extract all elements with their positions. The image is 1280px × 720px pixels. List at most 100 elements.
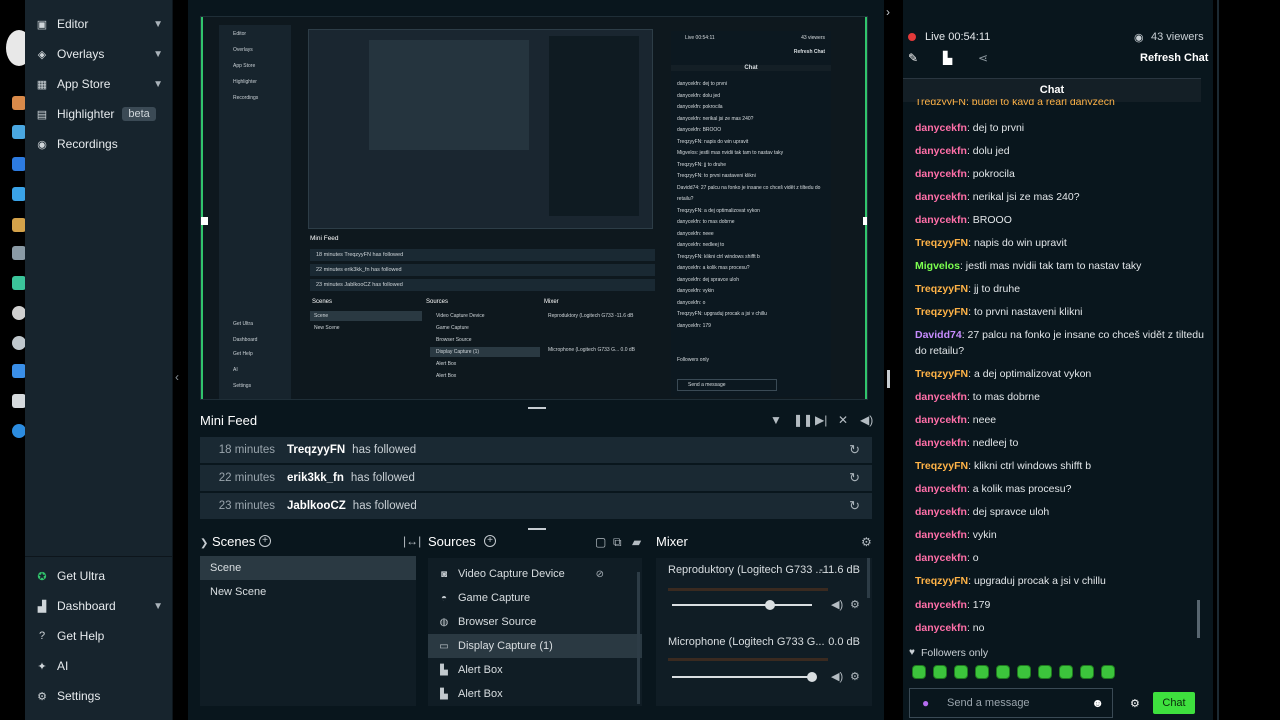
home-icon[interactable]: [12, 96, 26, 110]
emote-icon[interactable]: [975, 665, 989, 679]
stream-preview[interactable]: Editor Overlays App Store Highlighter Re…: [200, 16, 868, 400]
resize-handle-right[interactable]: [863, 217, 867, 225]
chat-username[interactable]: TreqzyyFN: [915, 237, 968, 249]
emoji-icon[interactable]: ☻: [1091, 696, 1104, 710]
source-item[interactable]: ▭ Display Capture (1): [428, 634, 642, 658]
chat-username[interactable]: danycekfn: [915, 414, 967, 426]
nav-ai[interactable]: ✦ AI: [25, 651, 173, 681]
scene-item[interactable]: New Scene: [200, 580, 416, 604]
resize-handle[interactable]: [887, 370, 890, 388]
star-icon[interactable]: [12, 364, 26, 378]
scene-item[interactable]: Scene: [200, 556, 416, 580]
pen-icon[interactable]: [12, 218, 26, 232]
chat-username[interactable]: Migvelos: [915, 260, 960, 272]
nav-app-store[interactable]: ▦ App Store ▼: [25, 69, 173, 99]
app-icon[interactable]: [12, 125, 26, 139]
bluetooth-icon[interactable]: [12, 157, 26, 171]
chat-username[interactable]: danycekfn: [915, 483, 967, 495]
add-source-button[interactable]: +: [484, 535, 496, 547]
nav-settings[interactable]: ⚙ Settings: [25, 681, 173, 711]
scene-transitions-icon[interactable]: |↔|: [403, 534, 421, 548]
stack-icon[interactable]: [12, 276, 26, 290]
collapse-right-arrow[interactable]: ›: [886, 5, 890, 19]
chat-username[interactable]: danycekfn: [915, 506, 967, 518]
visibility-off-icon[interactable]: ⊘: [596, 569, 604, 580]
replay-icon[interactable]: ↻: [849, 470, 860, 486]
chat-username[interactable]: danycekfn: [915, 599, 967, 611]
resize-handle-left[interactable]: [201, 217, 208, 225]
sources-scrollbar[interactable]: [637, 572, 640, 704]
mute-icon[interactable]: ◀): [831, 598, 843, 611]
clipboard-icon[interactable]: ▙: [943, 51, 952, 65]
chat-username[interactable]: TreqzyyFN: [915, 575, 968, 587]
settings-dock-icon[interactable]: [12, 336, 26, 350]
nav-get-ultra[interactable]: ✪ Get Ultra: [25, 561, 173, 591]
source-item[interactable]: ◙ Video Capture Device ⊘: [428, 562, 642, 586]
microphone-icon[interactable]: ●: [922, 696, 929, 710]
chat-settings-icon[interactable]: ⚙: [1130, 697, 1140, 710]
source-item[interactable]: ▙ Alert Box: [428, 658, 642, 682]
emote-icon[interactable]: [996, 665, 1010, 679]
source-item[interactable]: ◍ Browser Source: [428, 610, 642, 634]
folder-icon[interactable]: ▰: [632, 535, 641, 549]
split-handle[interactable]: [528, 407, 546, 409]
nav-highlighter[interactable]: ▤ Highlighter beta: [25, 99, 173, 129]
source-filter-icon[interactable]: ▢: [595, 535, 606, 549]
send-chat-button[interactable]: Chat: [1153, 692, 1195, 714]
volume-icon[interactable]: ◀): [860, 413, 873, 427]
chat-username[interactable]: danycekfn: [915, 552, 967, 564]
nav-dashboard[interactable]: ▟ Dashboard ▼: [25, 591, 173, 621]
chat-username[interactable]: TreqzyyFN: [915, 460, 968, 472]
channel-settings-icon[interactable]: ⚙: [850, 670, 860, 683]
emote-icon[interactable]: [1101, 665, 1115, 679]
chat-username[interactable]: danycekfn: [915, 437, 967, 449]
emote-icon[interactable]: [1059, 665, 1073, 679]
chat-username[interactable]: TreqzyyFN: [915, 283, 968, 295]
chat-username[interactable]: danycekfn: [915, 145, 967, 157]
emote-icon[interactable]: [933, 665, 947, 679]
chat-input[interactable]: ● Send a message ☻: [909, 688, 1113, 718]
collapse-chevron-icon[interactable]: ❯: [200, 538, 208, 549]
volume-slider-track[interactable]: [672, 676, 812, 678]
chat-username[interactable]: danycekfn: [915, 214, 967, 226]
chat-username[interactable]: danycekfn: [915, 191, 967, 203]
nav-overlays[interactable]: ◈ Overlays ▼: [25, 39, 173, 69]
mixer-settings-icon[interactable]: ⚙: [861, 535, 872, 549]
chat-username[interactable]: danycekfn: [915, 168, 967, 180]
collapse-left-arrow[interactable]: ‹: [175, 370, 179, 384]
mixer-scrollbar[interactable]: [867, 558, 870, 598]
channel-settings-icon[interactable]: ⚙: [850, 598, 860, 611]
edge-icon[interactable]: [12, 424, 26, 438]
replay-icon[interactable]: ↻: [849, 498, 860, 514]
chat-username[interactable]: danycekfn: [915, 622, 967, 634]
nav-get-help[interactable]: ? Get Help: [25, 621, 173, 651]
emote-icon[interactable]: [1017, 665, 1031, 679]
volume-slider-knob[interactable]: [765, 600, 775, 610]
chat-username[interactable]: TreqzyyFN: [915, 306, 968, 318]
source-group-icon[interactable]: ⧉: [613, 535, 622, 550]
chat-username[interactable]: danycekfn: [915, 529, 967, 541]
nav-editor[interactable]: ▣ Editor ▼: [25, 9, 173, 39]
shield-icon[interactable]: [12, 394, 26, 408]
nav-recordings[interactable]: ◉ Recordings: [25, 129, 173, 159]
filter-icon[interactable]: ▼: [770, 413, 782, 427]
grid-icon[interactable]: [12, 246, 26, 260]
volume-slider-track[interactable]: [672, 604, 812, 606]
refresh-chat-button[interactable]: Refresh Chat: [1140, 52, 1208, 64]
share-icon[interactable]: ⋖: [978, 51, 988, 65]
source-item[interactable]: ◓ Game Capture: [428, 586, 642, 610]
pause-icon[interactable]: ❚❚: [793, 413, 813, 427]
chat-username[interactable]: Davidd74: [915, 329, 962, 341]
replay-icon[interactable]: ↻: [849, 442, 860, 458]
chat-username[interactable]: danycekfn: [915, 391, 967, 403]
mute-alerts-icon[interactable]: ✕: [838, 413, 848, 427]
edit-icon[interactable]: ✎: [908, 51, 918, 65]
emote-icon[interactable]: [1080, 665, 1094, 679]
chat-username[interactable]: danycekfn: [915, 122, 967, 134]
emote-icon[interactable]: [912, 665, 926, 679]
emote-icon[interactable]: [1038, 665, 1052, 679]
send-icon[interactable]: [12, 187, 26, 201]
add-scene-button[interactable]: +: [259, 535, 271, 547]
obs-icon[interactable]: [12, 306, 26, 320]
chat-username[interactable]: TreqzyyFN: [915, 368, 968, 380]
